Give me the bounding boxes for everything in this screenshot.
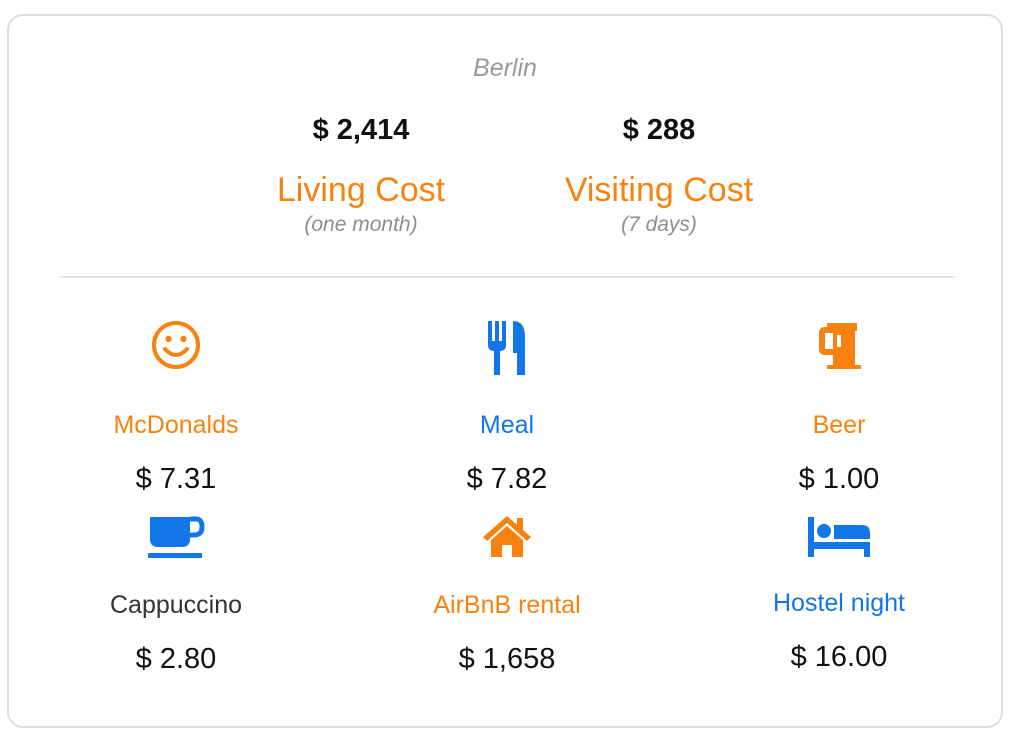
- visiting-cost-label: Visiting Cost: [564, 171, 754, 209]
- item-beer: Beer $ 1.00: [689, 319, 989, 497]
- item-price: $ 1,658: [458, 643, 556, 675]
- item-airbnb-rental: AirBnB rental $ 1,658: [357, 513, 657, 677]
- coffee-cup-icon: [148, 516, 205, 558]
- item-name: Hostel night: [772, 589, 906, 617]
- beer-mug-icon: [819, 323, 861, 369]
- item-cappuccino: Cappuccino $ 2.80: [26, 513, 326, 677]
- living-cost-amount: $ 2,414: [312, 114, 410, 146]
- living-cost-period: (one month): [304, 213, 418, 236]
- item-name: Meal: [479, 411, 535, 439]
- house-icon: [483, 516, 531, 557]
- item-mcdonalds: McDonalds $ 7.31: [26, 319, 326, 497]
- item-price: $ 7.31: [135, 463, 217, 495]
- city-cost-card: Berlin $ 2,414 Living Cost (one month) $…: [7, 14, 1003, 728]
- fork-knife-icon: [488, 321, 525, 375]
- visiting-cost-period: (7 days): [621, 213, 697, 236]
- item-price: $ 16.00: [790, 641, 888, 673]
- item-name: Beer: [812, 411, 866, 439]
- section-divider: [59, 276, 955, 278]
- smiley-icon: [152, 321, 200, 369]
- item-price: $ 7.82: [466, 463, 548, 495]
- visiting-cost-summary: $ 288 Visiting Cost (7 days): [499, 112, 819, 238]
- item-price: $ 2.80: [135, 643, 217, 675]
- city-name: Berlin: [473, 54, 537, 82]
- bed-icon: [808, 517, 870, 557]
- living-cost-summary: $ 2,414 Living Cost (one month): [201, 112, 521, 238]
- item-meal: Meal $ 7.82: [357, 319, 657, 497]
- item-name: AirBnB rental: [433, 591, 581, 619]
- visiting-cost-amount: $ 288: [622, 114, 696, 146]
- item-name: McDonalds: [113, 411, 239, 439]
- item-price: $ 1.00: [798, 463, 880, 495]
- living-cost-label: Living Cost: [276, 171, 446, 209]
- item-name: Cappuccino: [109, 591, 243, 619]
- item-hostel-night: Hostel night $ 16.00: [689, 513, 989, 675]
